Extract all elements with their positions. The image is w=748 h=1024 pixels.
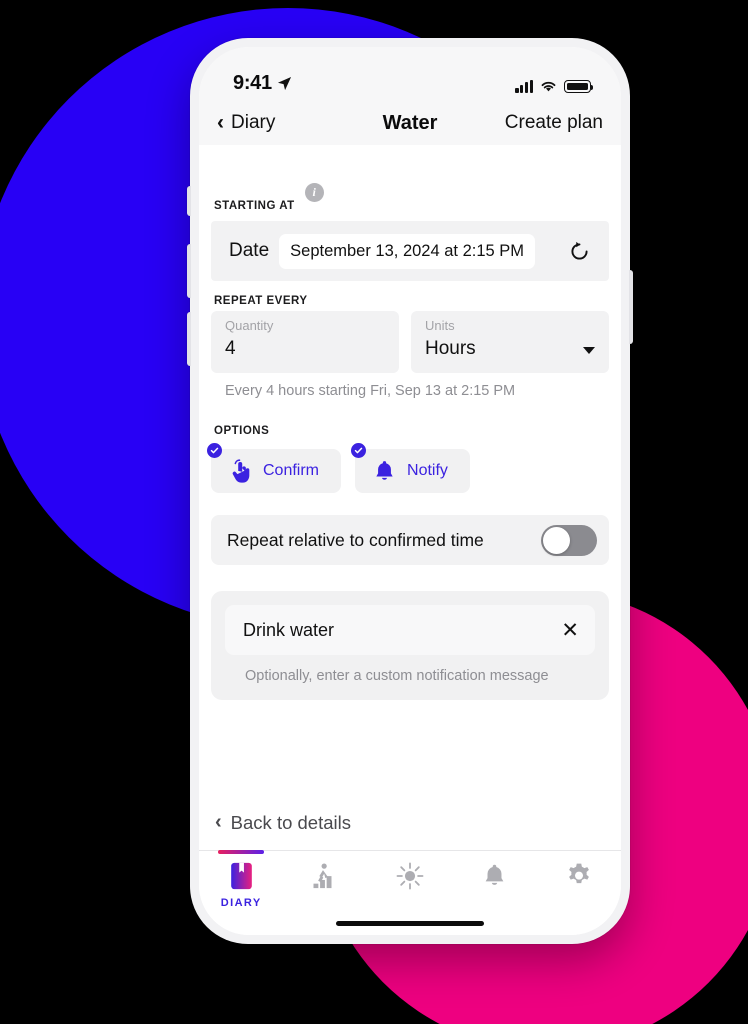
book-diary-icon: [228, 861, 255, 891]
notify-chip[interactable]: Notify: [351, 443, 470, 493]
starting-at-label: STARTING AT: [214, 200, 295, 212]
options-label: OPTIONS: [214, 425, 270, 437]
silent-switch[interactable]: [187, 186, 191, 216]
tab-settings[interactable]: [537, 861, 621, 891]
back-to-details-button[interactable]: ‹ Back to details: [215, 812, 351, 834]
date-value-field[interactable]: September 13, 2024 at 2:15 PM: [279, 233, 536, 269]
reset-circular-arrow-icon: [570, 241, 588, 260]
tab-diary[interactable]: DIARY: [199, 850, 283, 909]
back-to-details-label: Back to details: [230, 812, 351, 833]
tab-weather[interactable]: [368, 861, 452, 891]
toggle-knob: [543, 526, 570, 554]
tap-hand-icon: [232, 458, 250, 483]
repeat-every-label: REPEAT EVERY: [214, 295, 308, 307]
volume-up-button[interactable]: [187, 244, 191, 298]
units-value: Hours: [425, 338, 476, 359]
tab-notifications[interactable]: [452, 861, 536, 891]
tab-diary-label: DIARY: [220, 897, 262, 909]
bell-icon: [482, 861, 507, 891]
quantity-caption: Quantity: [225, 318, 274, 333]
phone-screen: 9:41 ‹ Diary Water Create plan STARTING …: [199, 47, 621, 935]
nav-back-button[interactable]: ‹ Diary: [217, 112, 275, 134]
units-value-row: Hours: [425, 334, 595, 364]
notification-message-value: Drink water: [243, 619, 335, 640]
close-x-icon[interactable]: ✕: [561, 620, 579, 641]
chevron-down-icon: [583, 346, 595, 354]
create-plan-button[interactable]: Create plan: [505, 112, 603, 134]
bell-icon: [376, 460, 393, 480]
status-time-group: 9:41: [233, 72, 292, 95]
repeat-summary-text: Every 4 hours starting Fri, Sep 13 at 2:…: [225, 383, 516, 399]
form-content: STARTING AT i Date September 13, 2024 at…: [199, 145, 621, 850]
starting-at-header: STARTING AT i: [211, 145, 609, 221]
options-chips-row: Confirm Notify: [207, 443, 609, 493]
units-caption: Units: [425, 318, 455, 333]
wifi-icon: [541, 81, 556, 92]
date-label: Date: [229, 240, 270, 261]
status-time-text: 9:41: [233, 72, 272, 94]
confirm-chip[interactable]: Confirm: [207, 443, 342, 493]
cellular-signal-icon: [515, 80, 533, 93]
status-bar: 9:41: [199, 47, 621, 101]
status-indicators: [515, 80, 594, 95]
info-icon[interactable]: i: [304, 183, 324, 202]
notification-message-card: Drink water ✕ Optionally, enter a custom…: [211, 591, 609, 700]
phone-device-frame: 9:41 ‹ Diary Water Create plan STARTING …: [187, 38, 633, 944]
repeat-relative-toggle[interactable]: [541, 524, 597, 556]
power-button[interactable]: [629, 270, 633, 344]
repeat-fields-row: Quantity 4 Units Hours: [211, 311, 609, 373]
quantity-input[interactable]: Quantity 4: [211, 311, 399, 373]
quantity-value: 4: [225, 338, 236, 359]
check-badge-icon: [351, 443, 367, 458]
notification-message-hint: Optionally, enter a custom notification …: [245, 668, 549, 684]
notify-chip-label: Notify: [407, 462, 448, 479]
activity-chart-icon: [311, 861, 340, 891]
repeat-relative-label: Repeat relative to confirmed time: [227, 529, 484, 550]
nav-back-label: Diary: [231, 112, 276, 133]
chevron-left-icon: ‹: [215, 811, 222, 833]
active-tab-indicator: [218, 850, 265, 854]
location-arrow-icon: [277, 76, 291, 91]
date-reset-button[interactable]: [565, 237, 593, 265]
check-badge-icon: [207, 443, 222, 458]
sun-weather-icon: [395, 861, 425, 891]
battery-full-icon: [564, 80, 594, 93]
navigation-bar: ‹ Diary Water Create plan: [199, 101, 621, 145]
volume-down-button[interactable]: [187, 312, 191, 366]
repeat-relative-row: Repeat relative to confirmed time: [211, 515, 609, 565]
units-select[interactable]: Units Hours: [411, 311, 609, 373]
home-indicator: [336, 921, 484, 926]
chevron-left-icon: ‹: [217, 110, 224, 134]
confirm-chip-label: Confirm: [263, 462, 320, 479]
notification-message-input[interactable]: Drink water ✕: [225, 605, 595, 655]
tab-activity[interactable]: [283, 861, 367, 891]
background-stage: 9:41 ‹ Diary Water Create plan STARTING …: [0, 0, 748, 1024]
gear-settings-icon: [565, 861, 593, 891]
date-row: Date September 13, 2024 at 2:15 PM: [211, 221, 609, 281]
